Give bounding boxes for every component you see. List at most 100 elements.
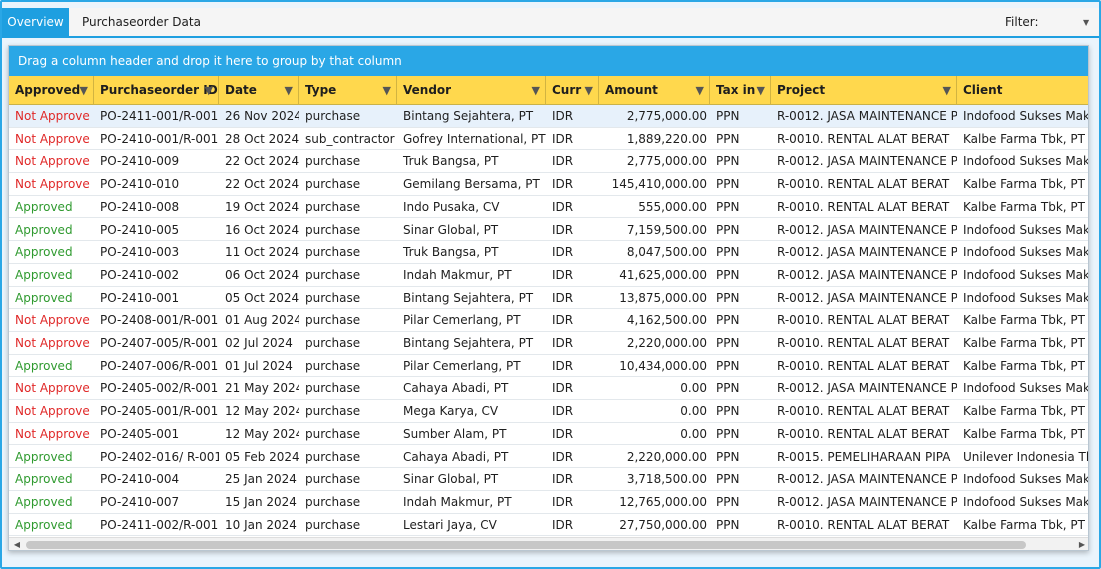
col-approved-cell: Not Approve <box>15 381 90 396</box>
col-curr-cell: IDR <box>552 131 574 146</box>
col-approved-cell: Not Approve <box>15 109 90 123</box>
table-row[interactable]: Not Approve PO-2410-010 22 Oct 2024 purchas… <box>9 173 1088 196</box>
col-approved-cell: Not Approve <box>15 336 90 350</box>
funnel-icon[interactable]: ▼ <box>585 76 593 105</box>
col-tax-in-cell: PPN <box>716 381 740 396</box>
filter-dropdown-icon[interactable]: ▼ <box>1083 17 1093 29</box>
col-project-cell: R-0010. RENTAL ALAT BERAT <box>777 404 950 419</box>
funnel-icon[interactable]: ▼ <box>383 76 391 105</box>
table-row[interactable]: Not Approve PO-2405-002/R-0012 21 May 2024… <box>9 377 1088 401</box>
table-row[interactable]: Approved PO-2410-003 11 Oct 2024 purchase Tr… <box>9 241 1089 264</box>
col-tax-in-cell: PPN <box>716 358 740 373</box>
table-row[interactable]: Approved PO-2410-007 15 Jan 2024 purchase In… <box>9 491 1088 514</box>
col-amount-cell: 8,047,500.00 <box>626 245 707 260</box>
col-amount-header[interactable]: Amount ▼ <box>599 76 710 105</box>
col-purchaseorder-id-cell: PO-2405-002/R-0012 <box>100 381 219 396</box>
table-row[interactable]: Approved PO-2410-008 19 Oct 2024 purchase In… <box>9 196 1088 219</box>
tab-overview[interactable]: Overview <box>2 8 69 36</box>
col-type-cell: purchase <box>305 290 361 305</box>
col-amount-cell: 145,410,000.00 <box>611 177 707 192</box>
col-project-header[interactable]: Project ▼ <box>771 76 957 105</box>
col-approved-cell: Approved <box>15 199 73 214</box>
table-row[interactable]: Not Approve PO-2405-001 12 May 2024 purchas… <box>9 423 1088 446</box>
col-amount-cell: 2,220,000.00 <box>626 336 707 350</box>
col-vendor-cell: Truk Bangsa, PT <box>403 154 499 169</box>
column-header-label: Curr <box>552 83 582 97</box>
funnel-icon[interactable]: ▼ <box>532 76 540 105</box>
col-type-cell: purchase <box>305 154 361 169</box>
col-curr-cell: IDR <box>552 381 574 396</box>
table-row[interactable]: Approved PO-2410-001 05 Oct 2024 purchase Bi… <box>9 287 1088 310</box>
col-vendor-cell: Lestari Jaya, CV <box>403 517 497 532</box>
col-amount-cell: 1,889,220.00 <box>626 131 707 146</box>
col-date-header[interactable]: Date ▼ <box>219 76 299 105</box>
scroll-right-icon[interactable]: ▶ <box>1075 538 1088 550</box>
col-vendor-cell: Sumber Alam, PT <box>403 426 507 441</box>
tab-bar: Overview Purchaseorder Data Filter: ▼ <box>2 8 1099 38</box>
col-curr-header[interactable]: Curr ▼ <box>546 76 599 105</box>
table-row[interactable]: Approved PO-2407-006/R-0010 01 Jul 2024 pur… <box>9 355 1088 378</box>
col-curr-cell: IDR <box>552 472 574 487</box>
col-date-cell: 16 Oct 2024 <box>225 222 299 237</box>
col-date-cell: 05 Oct 2024 <box>225 290 299 305</box>
col-tax-in-cell: PPN <box>716 131 740 146</box>
col-vendor-cell: Bintang Sejahtera, PT <box>403 336 534 350</box>
col-amount-cell: 3,718,500.00 <box>626 472 707 487</box>
funnel-icon[interactable]: ▼ <box>205 76 213 105</box>
funnel-icon[interactable]: ▼ <box>757 76 765 105</box>
col-vendor-cell: Sinar Global, PT <box>403 472 499 487</box>
table-row[interactable]: Not Approve PO-2410-001/R-0010 28 Oct 2024… <box>9 128 1088 151</box>
funnel-icon[interactable]: ▼ <box>696 76 704 105</box>
column-header-label: Vendor <box>403 83 452 97</box>
col-date-cell: 01 Jul 2024 <box>225 358 293 373</box>
col-client-cell: Indofood Sukses Makmur <box>963 154 1089 169</box>
column-header-label: Client <box>963 83 1003 97</box>
col-approved-cell: Approved <box>15 267 73 282</box>
col-tax-in-cell: PPN <box>716 267 740 282</box>
table-row[interactable]: Approved PO-2410-004 25 Jan 2024 purchase Si… <box>9 468 1088 491</box>
table-row[interactable]: Not Approve PO-2407-005/R-0010 02 Jul 2024… <box>9 332 1088 355</box>
scroll-left-icon[interactable]: ◀ <box>10 538 24 550</box>
horizontal-scrollbar[interactable]: ◀ ▶ <box>9 537 1088 550</box>
table-row[interactable]: Not Approve PO-2408-001/R-0010 01 Aug 2024… <box>9 309 1088 332</box>
col-client-cell: Indofood Sukses Makmur <box>963 245 1089 260</box>
table-row[interactable]: Not Approve PO-2405-001/R-0010 12 May 2024… <box>9 400 1088 423</box>
table-row[interactable]: Approved PO-2410-005 16 Oct 2024 purchase Si… <box>9 219 1088 242</box>
group-by-panel[interactable]: Drag a column header and drop it here to… <box>9 46 1088 76</box>
col-date-cell: 11 Oct 2024 <box>225 245 299 260</box>
col-tax-in-cell: PPN <box>716 336 740 350</box>
col-client-cell: Kalbe Farma Tbk, PT <box>963 358 1085 373</box>
col-vendor-cell: Sinar Global, PT <box>403 222 499 237</box>
col-purchaseorder-id-header[interactable]: Purchaseorder ID ▼ <box>94 76 219 105</box>
funnel-icon[interactable]: ▼ <box>943 76 951 105</box>
col-client-header[interactable]: Client <box>957 76 1088 105</box>
col-client-cell: Indofood Sukses Makmur <box>963 109 1089 123</box>
table-row[interactable]: Approved PO-2410-002 06 Oct 2024 purchase In… <box>9 264 1088 287</box>
col-client-cell: Kalbe Farma Tbk, PT <box>963 426 1085 441</box>
col-type-header[interactable]: Type ▼ <box>299 76 397 105</box>
col-vendor-cell: Cahaya Abadi, PT <box>403 449 509 464</box>
funnel-icon[interactable]: ▼ <box>80 76 88 105</box>
col-client-cell: Kalbe Farma Tbk, PT <box>963 336 1085 350</box>
col-date-cell: 01 Aug 2024 <box>225 313 299 328</box>
col-purchaseorder-id-cell: PO-2411-001/R-0012 <box>100 109 219 123</box>
col-project-cell: R-0010. RENTAL ALAT BERAT <box>777 177 950 192</box>
col-vendor-cell: Bintang Sejahtera, PT <box>403 290 534 305</box>
col-curr-cell: IDR <box>552 177 574 192</box>
table-row[interactable]: Not Approve PO-2411-001/R-0012 26 Nov 2024… <box>9 105 1089 128</box>
col-approved-header[interactable]: Approved ▼ <box>9 76 94 105</box>
col-tax-in-cell: PPN <box>716 109 740 123</box>
tab-purchaseorder-data[interactable]: Purchaseorder Data <box>73 8 210 36</box>
col-vendor-cell: Truk Bangsa, PT <box>403 245 499 260</box>
col-vendor-header[interactable]: Vendor ▼ <box>397 76 546 105</box>
col-vendor-cell: Gemilang Bersama, PT <box>403 177 540 192</box>
col-tax-in-header[interactable]: Tax in ▼ <box>710 76 771 105</box>
scroll-thumb[interactable] <box>26 541 1026 549</box>
col-tax-in-cell: PPN <box>716 222 740 237</box>
col-purchaseorder-id-cell: PO-2411-002/R-0010 <box>100 517 219 532</box>
table-row[interactable]: Not Approve PO-2410-009 22 Oct 2024 purchas… <box>9 150 1089 174</box>
funnel-icon[interactable]: ▼ <box>285 76 293 105</box>
table-row[interactable]: Approved PO-2411-002/R-0010 10 Jan 2024 pur… <box>9 514 1088 537</box>
col-purchaseorder-id-cell: PO-2405-001 <box>100 426 180 441</box>
table-row[interactable]: Approved PO-2402-016/ R-0015 05 Feb 2024 pu… <box>9 446 1088 469</box>
